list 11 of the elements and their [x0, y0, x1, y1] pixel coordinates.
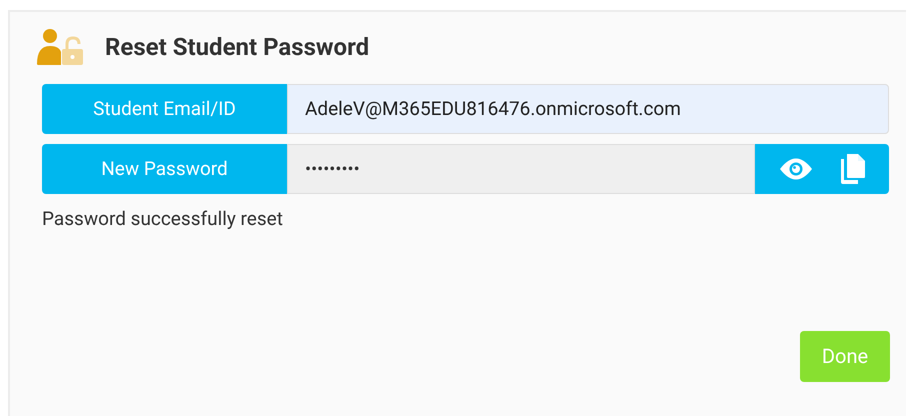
- show-password-button[interactable]: [780, 158, 812, 180]
- password-field[interactable]: •••••••••: [287, 144, 755, 194]
- dialog-title: Reset Student Password: [105, 32, 370, 63]
- copy-icon: [840, 154, 864, 184]
- field-label: New Password: [42, 144, 287, 194]
- user-unlock-icon: [37, 28, 83, 66]
- status-message: Password successfully reset: [41, 206, 284, 232]
- email-field[interactable]: AdeleV@M365EDU816476.onmicrosoft.com: [287, 84, 889, 134]
- copy-button[interactable]: [840, 154, 864, 184]
- eye-icon: [780, 158, 812, 180]
- field-label: Student Email/ID: [42, 84, 287, 134]
